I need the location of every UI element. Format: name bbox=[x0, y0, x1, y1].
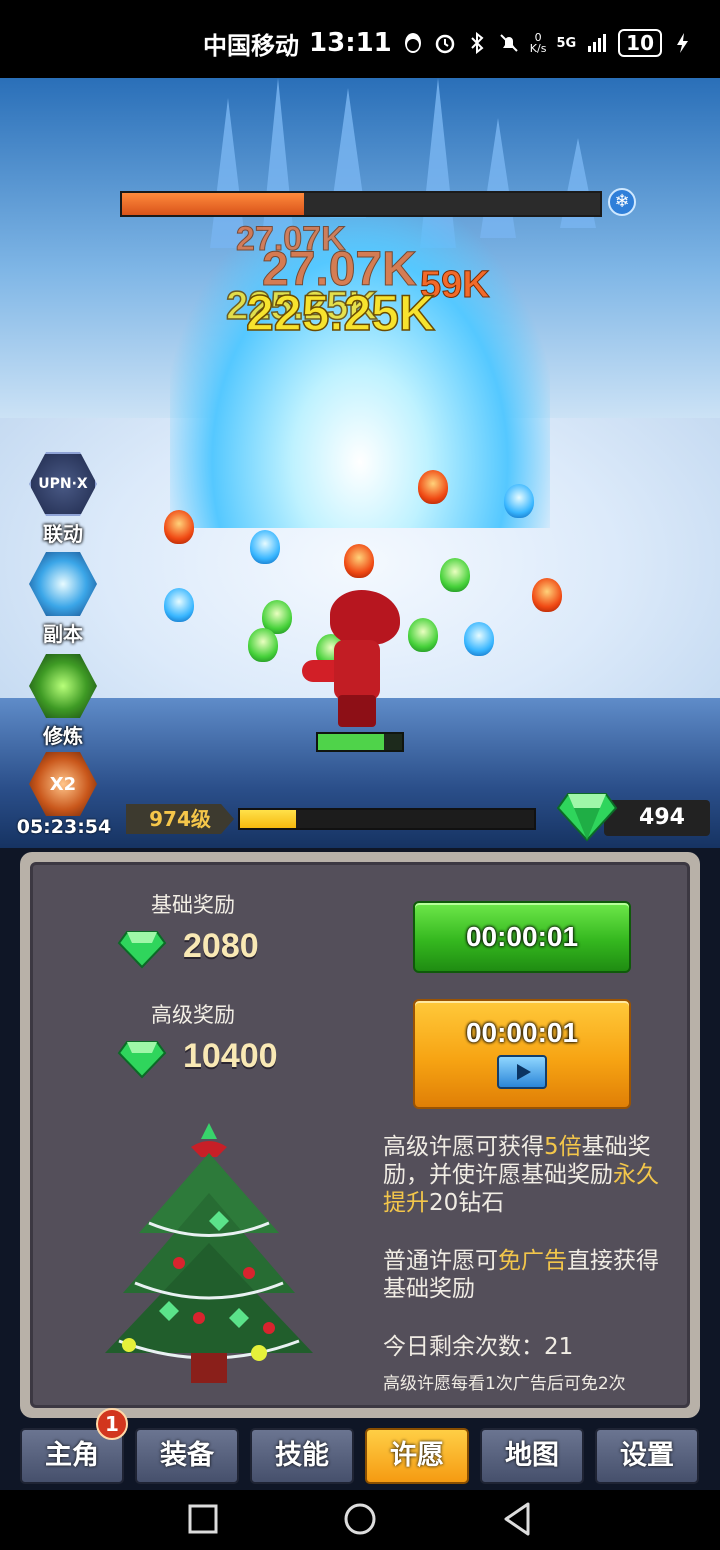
qq-icon bbox=[404, 33, 421, 53]
link-icon: UPN·X bbox=[29, 452, 97, 516]
boss-hp-fill bbox=[122, 193, 304, 215]
battery-level: 10 bbox=[618, 29, 662, 57]
advanced-wish-button[interactable]: 00:00:01 bbox=[413, 999, 631, 1109]
remaining-count: 今日剩余次数：21 bbox=[383, 1334, 574, 1360]
desc-text: 20钻石 bbox=[429, 1190, 505, 1216]
gem-icon bbox=[117, 931, 167, 969]
status-right: 中国移动 13:11 0 K/s 5G 10 bbox=[203, 26, 694, 60]
xp-fill bbox=[240, 810, 296, 828]
notification-badge: 1 bbox=[96, 1408, 128, 1440]
advanced-wish-timer: 00:00:01 bbox=[465, 1017, 579, 1048]
carrier-name: 中国移动 bbox=[203, 31, 300, 60]
desc-highlight: 免广告 bbox=[498, 1248, 567, 1274]
wind-spirit bbox=[408, 618, 438, 652]
alarm-icon bbox=[435, 34, 455, 54]
fire-spirit bbox=[418, 470, 448, 504]
training-button[interactable]: 修炼 bbox=[28, 654, 98, 749]
recent-apps-icon[interactable] bbox=[180, 1496, 226, 1542]
mute-icon bbox=[500, 34, 518, 52]
fire-spirit bbox=[164, 510, 194, 544]
back-icon[interactable] bbox=[494, 1496, 540, 1542]
tab-wish[interactable]: 许愿 bbox=[365, 1428, 469, 1484]
desc-text: 高级许愿可获得 bbox=[383, 1134, 544, 1160]
gem-count: 494 bbox=[604, 800, 710, 836]
xp-bar bbox=[238, 808, 536, 830]
tab-equipment[interactable]: 装备 bbox=[135, 1428, 239, 1484]
tab-map[interactable]: 地图 bbox=[480, 1428, 584, 1484]
advanced-reward-amount: 10400 bbox=[183, 1037, 278, 1075]
tab-settings[interactable]: 设置 bbox=[595, 1428, 699, 1484]
fire-spirit bbox=[344, 544, 374, 578]
ice-spirit bbox=[464, 622, 494, 656]
video-ad-icon bbox=[497, 1055, 547, 1089]
training-icon bbox=[29, 654, 97, 718]
wind-spirit bbox=[440, 558, 470, 592]
ice-spirit bbox=[504, 484, 534, 518]
hero-hair bbox=[330, 590, 400, 645]
double-reward-button[interactable]: X2 bbox=[28, 752, 98, 816]
tab-skills[interactable]: 技能 bbox=[250, 1428, 354, 1484]
wish-panel: 基础奖励 2080 高级奖励 10400 00:00:01 00:00:01 高… bbox=[20, 852, 700, 1418]
status-bar: 中国移动 13:11 0 K/s 5G 10 bbox=[0, 0, 720, 78]
link-event-label: 联动 bbox=[43, 522, 83, 546]
christmas-tree-image bbox=[105, 1123, 313, 1383]
boss-hp-bar bbox=[120, 191, 602, 217]
basic-reward-title: 基础奖励 bbox=[151, 893, 235, 917]
hero-hp-fill bbox=[318, 734, 384, 750]
hero-character bbox=[302, 590, 402, 730]
hero-body bbox=[334, 640, 380, 700]
portal-icon bbox=[29, 552, 97, 616]
link-event-button[interactable]: UPN·X 联动 bbox=[28, 452, 98, 547]
net-speed-unit: K/s bbox=[529, 42, 547, 55]
charging-icon bbox=[677, 33, 688, 53]
gem-icon bbox=[117, 1041, 167, 1079]
basic-wish-button[interactable]: 00:00:01 bbox=[413, 901, 631, 973]
basic-reward-amount: 2080 bbox=[183, 927, 259, 965]
desc-highlight: 5倍 bbox=[544, 1134, 582, 1160]
gem-icon bbox=[556, 793, 618, 842]
ice-spirit bbox=[250, 530, 280, 564]
ice-spirit bbox=[164, 588, 194, 622]
signal-icon bbox=[588, 34, 607, 52]
advanced-wish-description: 高级许愿可获得5倍基础奖励，并使许愿基础奖励永久提升20钻石 bbox=[383, 1133, 673, 1217]
double-reward-timer: 05:23:54 bbox=[16, 816, 112, 838]
advanced-reward-title: 高级奖励 bbox=[151, 1003, 235, 1027]
clock: 13:11 bbox=[309, 28, 392, 58]
network-type: 5G bbox=[556, 35, 577, 51]
ad-note: 高级许愿每看1次广告后可免2次 bbox=[383, 1374, 626, 1394]
dungeon-label: 副本 bbox=[43, 622, 83, 646]
basic-wish-description: 普通许愿可免广告直接获得基础奖励 bbox=[383, 1247, 673, 1303]
system-nav-bar bbox=[0, 1490, 720, 1550]
dungeon-button[interactable]: 副本 bbox=[28, 552, 98, 647]
net-speed: 0 K/s bbox=[530, 32, 547, 54]
wind-spirit bbox=[248, 628, 278, 662]
damage-number: 225.25K bbox=[245, 284, 436, 342]
double-reward-icon: X2 bbox=[29, 752, 97, 816]
hero-legs bbox=[338, 695, 376, 727]
hero-hp-bar bbox=[316, 732, 404, 752]
desc-text: 普通许愿可 bbox=[383, 1248, 498, 1274]
fire-spirit bbox=[532, 578, 562, 612]
home-icon[interactable] bbox=[337, 1496, 383, 1542]
training-label: 修炼 bbox=[43, 724, 83, 748]
battle-scene[interactable]: ❄ 27.07K 27.07K 59K 225.25K 225.25K bbox=[0, 78, 720, 848]
bluetooth-icon bbox=[471, 32, 484, 54]
boss-element-icon: ❄ bbox=[608, 188, 636, 216]
wish-panel-inner: 基础奖励 2080 高级奖励 10400 00:00:01 00:00:01 高… bbox=[30, 862, 690, 1408]
player-level: 974级 bbox=[126, 804, 234, 834]
